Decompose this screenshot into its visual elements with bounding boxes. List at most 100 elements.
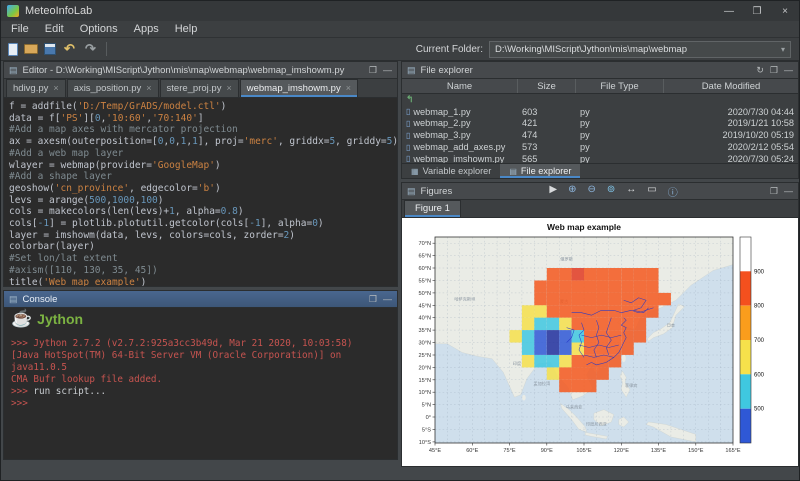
- close-tab-icon[interactable]: ×: [346, 80, 351, 97]
- new-script-icon[interactable]: [8, 43, 18, 56]
- py-file-icon: ▯: [406, 119, 410, 128]
- code-line: cols = makecolors(len(levs)+1, alpha=0.8…: [9, 206, 397, 218]
- svg-text:印度: 印度: [513, 360, 522, 367]
- close-button[interactable]: ×: [771, 1, 799, 21]
- code-line: data = f['PS'][0,'10:60','70:140']: [9, 113, 397, 125]
- editor-tab-stere-proj-py[interactable]: stere_proj.py×: [160, 79, 239, 97]
- svg-text:孟加拉湾: 孟加拉湾: [533, 380, 550, 387]
- save-icon[interactable]: [44, 43, 56, 55]
- minimize-button[interactable]: —: [715, 1, 743, 21]
- svg-text:90°E: 90°E: [541, 448, 553, 454]
- variable-explorer-icon: ▦: [411, 167, 419, 176]
- tab-variable-explorer[interactable]: ▦Variable explorer: [402, 164, 500, 178]
- menu-edit[interactable]: Edit: [37, 23, 72, 35]
- code-line: #Add a map axes with mercator projection: [9, 124, 397, 136]
- svg-text:40°N: 40°N: [419, 316, 432, 322]
- code-line: f = addfile('D:/Temp/GrADS/model.ctl'): [9, 101, 397, 113]
- menu-options[interactable]: Options: [72, 23, 126, 35]
- svg-text:65°N: 65°N: [419, 254, 432, 260]
- close-tab-icon[interactable]: ×: [53, 80, 58, 97]
- figures-panel-header: ▤ Figures ▶⊕⊖⊚↔▭ⓘ ❐ —: [402, 183, 798, 200]
- folder-panel-icon: ▤: [407, 65, 416, 76]
- svg-text:70°N: 70°N: [419, 241, 432, 247]
- figures-panel: ▤ Figures ▶⊕⊖⊚↔▭ⓘ ❐ — Figure 1 俄罗斯哈萨克斯坦蒙…: [401, 182, 799, 467]
- open-file-icon[interactable]: [24, 44, 38, 54]
- svg-text:150°E: 150°E: [688, 448, 704, 454]
- globe-icon[interactable]: ⊚: [607, 184, 615, 199]
- undo-icon[interactable]: ↶: [62, 41, 77, 57]
- float-panel-icon[interactable]: ❐: [770, 186, 778, 197]
- explorer-tab-bar: ▦Variable explorer▤File explorer: [402, 163, 798, 178]
- svg-text:15°N: 15°N: [419, 378, 432, 384]
- minimize-panel-icon[interactable]: —: [784, 65, 793, 76]
- redo-icon[interactable]: ↷: [83, 41, 98, 57]
- console-line: CMA Bufr lookup file added.: [11, 374, 390, 386]
- editor-tab-axis-position-py[interactable]: axis_position.py×: [67, 79, 159, 97]
- column-header-date-modified[interactable]: Date Modified: [664, 79, 798, 93]
- editor-panel-header: ▤ Editor - D:\Working\MIScript\Jython\mi…: [4, 62, 397, 79]
- identify-icon[interactable]: ⓘ: [668, 184, 678, 199]
- pan-icon[interactable]: ↔: [626, 184, 636, 199]
- close-tab-icon[interactable]: ×: [146, 80, 151, 97]
- refresh-icon[interactable]: ↻: [756, 65, 764, 76]
- menu-bar: FileEditOptionsAppsHelp: [1, 21, 799, 38]
- py-file-icon: ▯: [406, 107, 410, 116]
- svg-text:马来西亚: 马来西亚: [566, 403, 583, 410]
- py-file-icon: ▯: [406, 143, 410, 152]
- minimize-panel-icon[interactable]: —: [784, 186, 793, 197]
- maximize-button[interactable]: ❐: [743, 1, 771, 21]
- file-row[interactable]: ▯webmap_1.py 603 py 2020/7/30 04:44: [402, 106, 798, 118]
- svg-text:俄罗斯: 俄罗斯: [560, 256, 573, 263]
- column-header-size[interactable]: Size: [518, 79, 576, 93]
- file-row[interactable]: ▯webmap_2.py 421 py 2019/1/21 10:58: [402, 118, 798, 130]
- svg-text:5°S: 5°S: [422, 428, 431, 434]
- svg-text:哈萨克斯坦: 哈萨克斯坦: [454, 295, 476, 302]
- menu-file[interactable]: File: [3, 23, 37, 35]
- console-panel-header: ▤ Console ❐ —: [4, 291, 397, 308]
- code-line: #Set lon/lat extent: [9, 253, 397, 265]
- main-toolbar: ↶↷ Current Folder: D:\Working\MIScript\J…: [1, 38, 799, 61]
- console-line: [Java HotSpot(TM) 64-Bit Server VM (Orac…: [11, 350, 390, 374]
- minimize-panel-icon[interactable]: —: [383, 65, 392, 76]
- file-row[interactable]: ▯webmap_add_axes.py 573 py 2020/2/12 05:…: [402, 141, 798, 153]
- zoom-in-icon[interactable]: ⊕: [568, 184, 576, 199]
- tab-figure-1[interactable]: Figure 1: [404, 200, 461, 217]
- full-extent-icon[interactable]: ▭: [647, 184, 656, 199]
- svg-text:60°N: 60°N: [419, 266, 432, 272]
- close-tab-icon[interactable]: ×: [226, 80, 231, 97]
- figures-panel-icon: ▤: [407, 186, 416, 197]
- menu-apps[interactable]: Apps: [126, 23, 167, 35]
- column-header-name[interactable]: Name: [402, 79, 518, 93]
- console-line: >>> run script...: [11, 386, 390, 398]
- editor-tab-hdivg-py[interactable]: hdivg.py×: [6, 79, 66, 97]
- svg-text:900: 900: [754, 269, 765, 275]
- minimize-panel-icon[interactable]: —: [383, 294, 392, 305]
- select-tool-icon[interactable]: ▶: [549, 184, 557, 199]
- code-line: levs = arange(500,1000,100): [9, 195, 397, 207]
- editor-panel: ▤ Editor - D:\Working\MIScript\Jython\mi…: [3, 61, 398, 287]
- float-panel-icon[interactable]: ❐: [369, 65, 377, 76]
- svg-text:50°N: 50°N: [419, 291, 432, 297]
- current-folder-combobox[interactable]: D:\Working\MIScript\Jython\mis\map\webma…: [489, 41, 791, 58]
- zoom-out-icon[interactable]: ⊖: [587, 184, 595, 199]
- editor-panel-icon: ▤: [9, 65, 18, 76]
- web-map-figure[interactable]: 俄罗斯哈萨克斯坦蒙古日本印度孟加拉湾菲律宾马来西亚印度尼西亚45°E60°E75…: [402, 218, 798, 466]
- code-line: geoshow('cn_province', edgecolor='b'): [9, 183, 397, 195]
- svg-text:500: 500: [754, 407, 765, 413]
- window-title: MeteoInfoLab: [25, 5, 92, 17]
- float-panel-icon[interactable]: ❐: [770, 65, 778, 76]
- menu-help[interactable]: Help: [167, 23, 206, 35]
- tab-file-explorer[interactable]: ▤File explorer: [500, 164, 580, 178]
- code-editor[interactable]: f = addfile('D:/Temp/GrADS/model.ctl')da…: [4, 98, 397, 286]
- parent-folder-row[interactable]: ↰: [402, 94, 798, 106]
- jython-logo-text: Jython: [37, 313, 83, 325]
- console-output[interactable]: ☕ Jython >>> Jython 2.7.2 (v2.7.2:925a3c…: [4, 308, 397, 459]
- editor-tab-webmap-imshowm-py[interactable]: webmap_imshowm.py×: [240, 79, 358, 97]
- svg-text:35°N: 35°N: [419, 328, 432, 334]
- float-panel-icon[interactable]: ❐: [369, 294, 377, 305]
- code-line: ax = axesm(outerposition=[0,0,1,1], proj…: [9, 136, 397, 148]
- chevron-down-icon[interactable]: ▾: [781, 45, 785, 54]
- column-header-file-type[interactable]: File Type: [576, 79, 664, 93]
- file-row[interactable]: ▯webmap_3.py 474 py 2019/10/20 05:19: [402, 129, 798, 141]
- editor-tab-bar: hdivg.py×axis_position.py×stere_proj.py×…: [4, 79, 397, 98]
